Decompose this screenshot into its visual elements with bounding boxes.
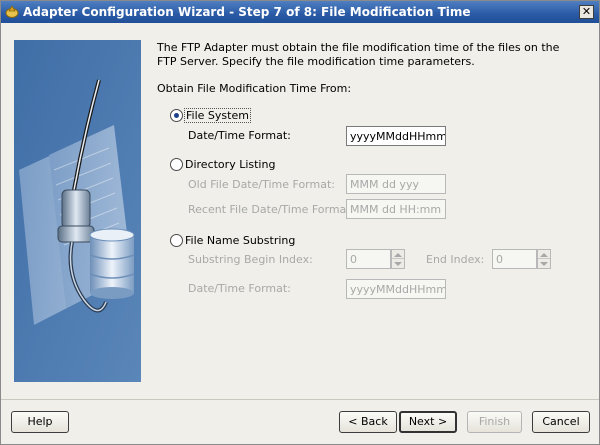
substring-begin-index-spinner[interactable] — [391, 249, 405, 269]
spin-up-icon[interactable] — [538, 250, 550, 259]
file-system-label[interactable]: File System — [184, 108, 251, 123]
file-system-datetime-input[interactable]: yyyyMMddHHmmSS — [346, 126, 446, 146]
recent-file-datetime-input[interactable]: MMM dd HH:mm — [346, 199, 446, 219]
button-separator — [1, 399, 599, 400]
intro-text: The FTP Adapter must obtain the file mod… — [157, 41, 560, 68]
next-button[interactable]: Next > — [399, 411, 457, 433]
old-file-datetime-input[interactable]: MMM dd yyy — [346, 174, 446, 194]
directory-listing-radio[interactable] — [170, 158, 183, 171]
old-file-datetime-label: Old File Date/Time Format: — [188, 178, 335, 191]
cancel-button[interactable]: Cancel — [532, 411, 590, 433]
spin-down-icon[interactable] — [392, 259, 404, 268]
end-index-label: End Index: — [426, 253, 485, 266]
wizard-window: Adapter Configuration Wizard - Step 7 of… — [0, 0, 600, 445]
wizard-illustration — [14, 40, 141, 382]
end-index-spinner[interactable] — [537, 249, 551, 269]
spin-up-icon[interactable] — [392, 250, 404, 259]
file-system-radio[interactable] — [170, 109, 183, 122]
file-name-substring-radio[interactable] — [170, 234, 183, 247]
substring-datetime-input[interactable]: yyyyMMddHHmmSS — [346, 279, 446, 299]
end-index-input[interactable]: 0 — [492, 249, 537, 269]
help-button[interactable]: Help — [11, 411, 69, 433]
section-label: Obtain File Modification Time From: — [157, 82, 352, 95]
back-button[interactable]: < Back — [339, 411, 397, 433]
window-title: Adapter Configuration Wizard - Step 7 of… — [23, 5, 471, 19]
spin-down-icon[interactable] — [538, 259, 550, 268]
file-system-datetime-label: Date/Time Format: — [188, 129, 291, 142]
file-name-substring-label[interactable]: File Name Substring — [185, 234, 295, 247]
title-bar: Adapter Configuration Wizard - Step 7 of… — [1, 1, 599, 23]
close-button[interactable]: ✕ — [579, 5, 594, 19]
directory-listing-label[interactable]: Directory Listing — [185, 158, 275, 171]
substring-datetime-label: Date/Time Format: — [188, 282, 291, 295]
finish-button[interactable]: Finish — [467, 411, 522, 433]
substring-begin-index-label: Substring Begin Index: — [188, 253, 313, 266]
recent-file-datetime-label: Recent File Date/Time Format: — [188, 203, 355, 216]
substring-begin-index-input[interactable]: 0 — [346, 249, 391, 269]
wizard-icon — [5, 5, 19, 19]
